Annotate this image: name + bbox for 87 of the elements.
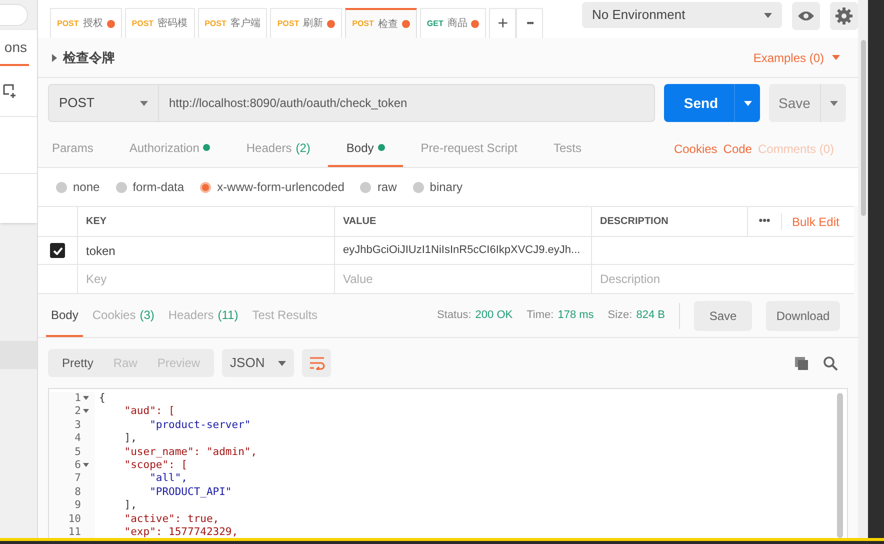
expand-arrow-icon[interactable]: [52, 54, 57, 62]
radio-option[interactable]: form-data: [116, 178, 184, 196]
search-field[interactable]: [0, 4, 28, 26]
key-field[interactable]: Key: [86, 270, 326, 288]
wrap-lines-icon[interactable]: [302, 349, 332, 377]
save-response-button[interactable]: Save: [694, 300, 752, 330]
stat-value: 200 OK: [475, 308, 513, 324]
more-tabs-button[interactable]: •••: [516, 8, 544, 38]
code-line: "all",: [148, 472, 188, 486]
settings-icon[interactable]: [830, 2, 858, 30]
eye-icon[interactable]: [792, 2, 820, 30]
line-number: 8: [74, 486, 81, 500]
stat-label: Time:: [526, 308, 554, 324]
request-tab[interactable]: POST 客户端: [198, 8, 268, 38]
more-button[interactable]: •••: [748, 213, 782, 230]
code-line: "aud": [: [123, 405, 175, 419]
code-line: "PRODUCT_API": [148, 486, 232, 500]
line-number: 9: [74, 499, 81, 513]
copy-icon[interactable]: [794, 356, 809, 370]
new-window-icon[interactable]: [2, 83, 18, 99]
line-number: 11: [68, 526, 81, 538]
line-number: 3: [74, 418, 81, 432]
section-tab[interactable]: Params: [52, 130, 112, 167]
section-tab[interactable]: Headers (2): [228, 130, 328, 167]
request-title: 检查令牌: [63, 48, 116, 67]
request-tab[interactable]: GET 商品: [420, 8, 486, 38]
radio-option[interactable]: none: [56, 178, 100, 196]
section-tab[interactable]: Pre-request Script: [402, 130, 536, 167]
send-button[interactable]: Send: [664, 84, 760, 122]
download-button[interactable]: Download: [766, 300, 840, 330]
response-tab[interactable]: Body: [46, 294, 84, 337]
checkbox[interactable]: [50, 243, 65, 258]
examples-link[interactable]: Examples (0): [753, 48, 824, 66]
line-number: 7: [74, 472, 81, 486]
request-tab[interactable]: POST 检查: [345, 8, 417, 38]
line-number: 4: [74, 432, 81, 446]
scrollbar[interactable]: [860, 40, 866, 216]
check-icon: [52, 246, 62, 254]
line-number: 5: [74, 446, 81, 460]
code-line: "exp": 1577742329,: [123, 526, 238, 538]
radio-option[interactable]: x-www-form-urlencoded: [200, 178, 344, 196]
radio-option[interactable]: binary: [412, 178, 462, 196]
line-number: 6: [74, 459, 81, 472]
column-header: DESCRIPTION: [600, 215, 668, 229]
code-line: "product-server": [148, 418, 251, 432]
request-tab[interactable]: POST 刷新: [270, 8, 342, 38]
link[interactable]: Code: [723, 140, 752, 158]
save-button[interactable]: Save: [769, 84, 846, 122]
sidebar-tab[interactable]: ons: [0, 37, 29, 66]
code-line: "active": true,: [123, 512, 220, 526]
fold-icon[interactable]: [83, 409, 89, 414]
response-tab[interactable]: Cookies (3): [87, 294, 160, 337]
code-line: {: [98, 392, 106, 406]
caret-icon[interactable]: [832, 55, 840, 60]
section-tab[interactable]: Authorization: [111, 130, 228, 167]
request-tab[interactable]: POST 授权: [50, 8, 122, 38]
code-line: ],: [123, 432, 137, 446]
request-tab[interactable]: POST 密码模: [124, 8, 195, 38]
line-number: 1: [74, 392, 81, 406]
view-tab[interactable]: Pretty: [52, 354, 104, 372]
environment-dropdown[interactable]: No Environment: [582, 2, 782, 28]
section-tab[interactable]: Tests: [535, 130, 600, 167]
stat-value: 178 ms: [558, 308, 594, 324]
format-dropdown[interactable]: JSON: [222, 349, 294, 377]
column-header: VALUE: [343, 215, 376, 229]
column-header: KEY: [86, 215, 107, 229]
description-field[interactable]: Description: [600, 270, 846, 288]
stat-value: 824 B: [636, 308, 665, 324]
bulk-edit-link[interactable]: Bulk Edit: [792, 212, 840, 230]
value-field[interactable]: Value: [343, 270, 583, 288]
table-cell-text: eyJhbGciOiJIUzI1NiIsInR5cCI6IkpXVCJ9.eyJh...: [343, 243, 580, 258]
radio-option[interactable]: raw: [360, 178, 397, 196]
code-line: ],: [123, 499, 137, 513]
fold-icon[interactable]: [83, 463, 89, 468]
link[interactable]: Cookies: [674, 140, 718, 158]
stat-label: Size:: [608, 308, 632, 324]
new-tab-button[interactable]: +: [489, 8, 516, 38]
code-line: "scope": [: [123, 459, 188, 472]
line-number: 10: [68, 512, 81, 526]
search-icon[interactable]: [823, 356, 838, 370]
table-cell-text: token: [86, 242, 116, 260]
scrollbar[interactable]: [837, 393, 843, 538]
line-number: 2: [74, 405, 81, 419]
code-line: "user_name": "admin",: [123, 446, 258, 460]
stat-label: Status:: [437, 308, 472, 324]
fold-icon[interactable]: [83, 396, 89, 400]
response-tab[interactable]: Headers (11): [163, 294, 244, 337]
